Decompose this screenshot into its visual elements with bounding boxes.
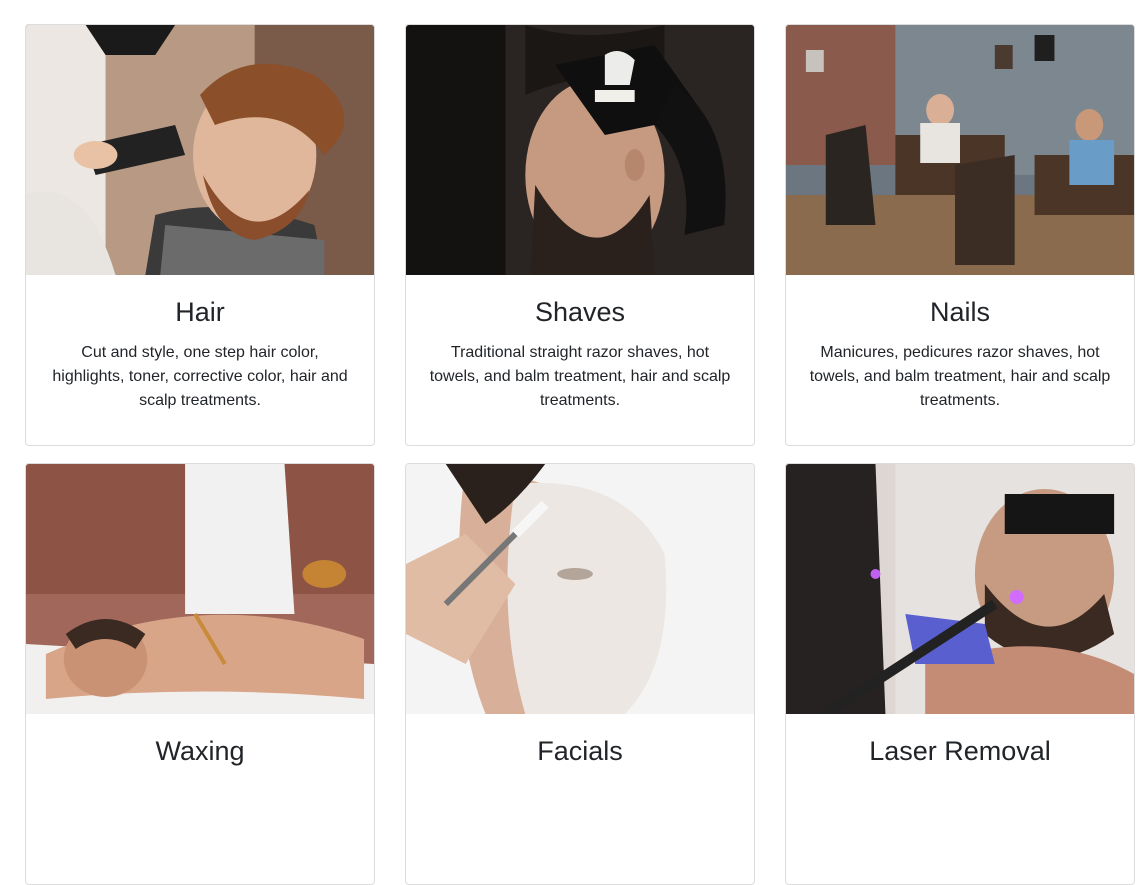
laser-removal-image — [786, 464, 1134, 714]
facials-card-body: Facials — [406, 714, 754, 796]
service-card-hair: Hair Cut and style, one step hair color,… — [25, 24, 375, 446]
waxing-image — [26, 464, 374, 714]
shaves-image — [406, 25, 754, 275]
service-card-waxing: Waxing — [25, 463, 375, 885]
nails-card-body: Nails Manicures, pedicures razor shaves,… — [786, 275, 1134, 429]
facials-title: Facials — [537, 736, 623, 766]
nails-title: Nails — [929, 297, 990, 327]
hair-image — [26, 25, 374, 275]
service-card-nails: Nails Manicures, pedicures razor shaves,… — [785, 24, 1135, 446]
waxing-card-body: Waxing — [26, 714, 374, 796]
facials-image — [406, 464, 754, 714]
shaves-card-body: Shaves Traditional straight razor shaves… — [406, 275, 754, 429]
nails-description: Manicures, pedicures razor shaves, hot t… — [809, 344, 1111, 409]
shaves-title: Shaves — [534, 297, 626, 327]
service-card-shaves: Shaves Traditional straight razor shaves… — [405, 24, 755, 446]
laser-removal-card-body: Laser Removal — [786, 714, 1134, 796]
service-card-facials: Facials — [405, 463, 755, 885]
nails-image — [786, 25, 1134, 275]
hair-description: Cut and style, one step hair color, high… — [52, 344, 348, 409]
waxing-title: Waxing — [155, 736, 245, 766]
services-grid: Hair Cut and style, one step hair color,… — [25, 24, 1135, 885]
service-card-laser-removal: Laser Removal — [785, 463, 1135, 885]
hair-card-body: Hair Cut and style, one step hair color,… — [26, 275, 374, 429]
hair-title: Hair — [175, 297, 225, 327]
shaves-description: Traditional straight razor shaves, hot t… — [429, 344, 731, 409]
laser-removal-title: Laser Removal — [869, 736, 1051, 766]
